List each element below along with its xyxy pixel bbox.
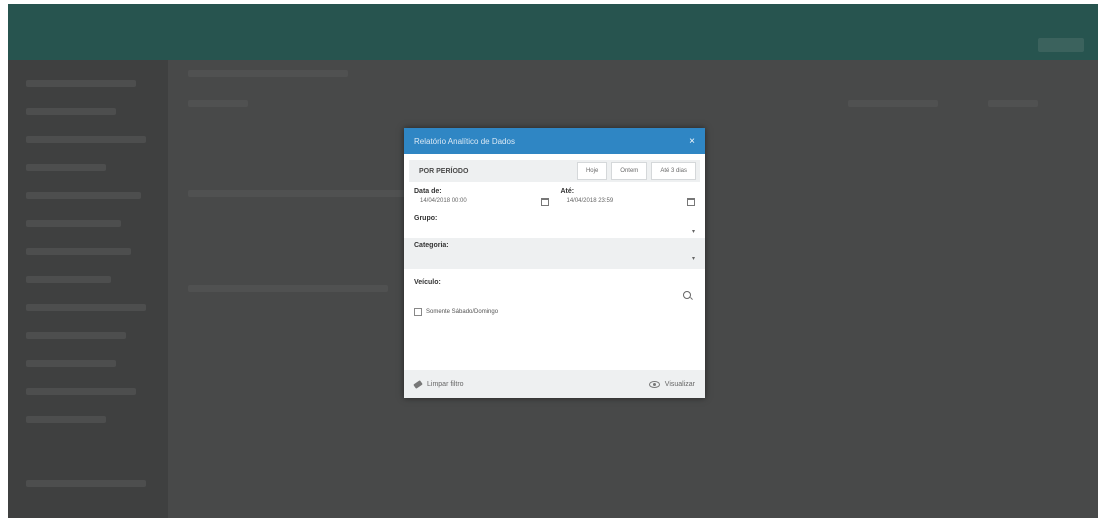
clear-filter-button[interactable]: Limpar filtro (413, 379, 464, 389)
vehicle-field: Veículo: (414, 279, 695, 302)
period-label: POR PERÍODO (419, 167, 469, 175)
date-from-field: Data de: 14/04/2018 00:00 (414, 188, 549, 206)
group-select[interactable]: ▾ (414, 224, 695, 238)
date-from-input[interactable]: 14/04/2018 00:00 (414, 197, 549, 206)
vehicle-label: Veículo: (414, 279, 441, 286)
group-field: Grupo: ▾ (414, 215, 695, 238)
date-from-label: Data de: (414, 188, 442, 195)
date-to-input[interactable]: 14/04/2018 23:59 (561, 197, 695, 206)
chevron-down-icon: ▾ (691, 255, 695, 262)
group-label: Grupo: (414, 215, 438, 222)
category-field: Categoria: ▾ (404, 238, 705, 269)
report-modal: Relatório Analítico de Dados × POR PERÍO… (404, 128, 705, 398)
weekend-option[interactable]: Somente Sábado/Domingo (414, 308, 695, 316)
date-from-value: 14/04/2018 00:00 (420, 198, 467, 204)
vehicle-search-input[interactable] (414, 288, 695, 302)
last-3-days-button[interactable]: Até 3 dias (651, 162, 696, 180)
category-label: Categoria: (414, 242, 449, 249)
category-select[interactable]: ▾ (414, 251, 695, 265)
modal-title: Relatório Analítico de Dados (414, 136, 515, 146)
eye-icon (648, 380, 660, 388)
view-button-label: Visualizar (664, 380, 695, 388)
date-to-field: Até: 14/04/2018 23:59 (560, 188, 695, 206)
weekend-checkbox[interactable] (414, 308, 422, 316)
view-button[interactable]: Visualizar (648, 380, 695, 388)
chevron-down-icon: ▾ (691, 228, 695, 235)
calendar-icon[interactable] (687, 197, 695, 206)
weekend-checkbox-label: Somente Sábado/Domingo (426, 309, 499, 315)
today-button[interactable]: Hoje (576, 162, 608, 180)
date-to-label: Até: (560, 188, 575, 195)
period-bar: POR PERÍODO Hoje Ontem Até 3 dias (409, 160, 700, 182)
yesterday-button[interactable]: Ontem (611, 162, 648, 180)
date-to-value: 14/04/2018 23:59 (566, 198, 614, 204)
filter-form: Data de: 14/04/2018 00:00 Até: 14/04/201… (404, 188, 705, 316)
eraser-icon (413, 379, 423, 389)
modal-footer: Limpar filtro Visualizar (404, 370, 705, 398)
search-icon (683, 291, 691, 299)
calendar-icon[interactable] (540, 197, 549, 206)
clear-filter-label: Limpar filtro (427, 380, 464, 388)
close-button[interactable]: × (689, 136, 695, 147)
modal-header: Relatório Analítico de Dados × (404, 128, 705, 154)
